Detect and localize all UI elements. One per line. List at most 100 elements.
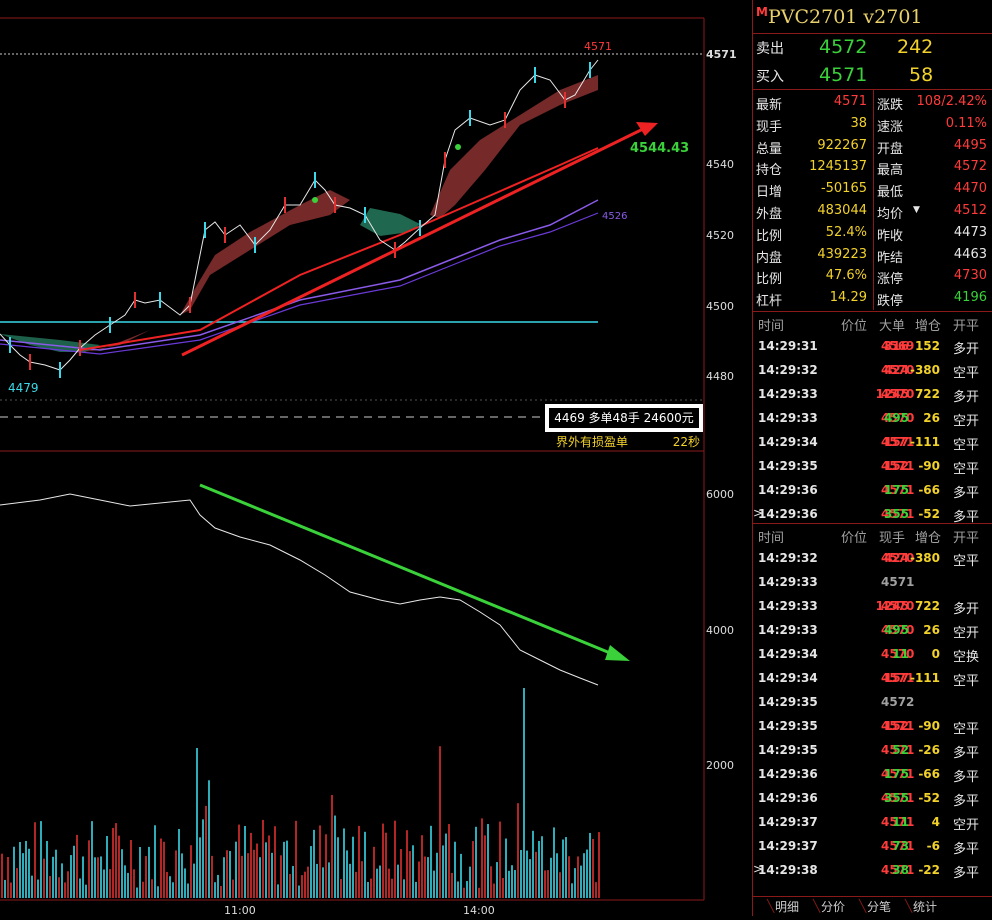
trade-time: 14:29:33 [758, 575, 818, 589]
trade-row[interactable]: 14:29:33 4570 495 26 空开 [753, 620, 991, 643]
trade-qty: 152 [883, 459, 909, 473]
trade-qty: 11 [892, 647, 909, 661]
trade-type: 多平 [953, 486, 980, 501]
intraday-chart[interactable]: 4571 4540 4520 4500 4480 6000 4000 2000 11:00 14:… [0, 0, 752, 917]
stat-row: 内盘 439223 昨结 4463 [753, 245, 991, 268]
caret-down-icon[interactable]: ▼ [913, 205, 920, 215]
trade-row[interactable]: 14:29:37 4571 73 -6 多平 [753, 836, 991, 859]
stat-row: 现手 38 速涨 0.11% [753, 114, 991, 137]
trade-row[interactable]: 14:29:31 4569 316 152 多开 [753, 336, 991, 359]
time-tick-label: 11:00 [224, 904, 256, 916]
chart-canvas: 4571 4540 4520 4500 4480 6000 4000 2000 11:00 14:… [0, 17, 737, 917]
stat-value: 0.11% [945, 115, 987, 131]
stat-value: 483044 [817, 203, 867, 218]
trade-qty: 52 [892, 743, 909, 757]
trade-row[interactable]: >14:29:38 4571 38 -22 多平 [753, 860, 991, 883]
tab-1[interactable]: 分价 [821, 898, 845, 915]
tab-3[interactable]: 统计 [913, 898, 937, 915]
trade-type: 空换 [953, 650, 980, 665]
stat-value: 4512 [953, 203, 987, 218]
trade-qty: 424 [883, 551, 909, 565]
trade-time: 14:29:33 [758, 599, 818, 613]
stat-row: 外盘 483044 均价 4512 ▼ [753, 201, 991, 224]
stat-value: 4571 [833, 94, 867, 109]
trade-type: 多平 [953, 746, 980, 761]
arrow-head-red [636, 122, 658, 136]
trade-row[interactable]: 14:29:35 4571 152 -90 空平 [753, 716, 991, 739]
ask-price[interactable]: 4572 [819, 36, 867, 58]
trade-row[interactable]: 14:29:33 4570 1245 722 多开 [753, 384, 991, 407]
trade-oi: -90 [918, 719, 940, 733]
trade-time: 14:29:33 [758, 623, 818, 637]
trade-oi: -380 [909, 363, 940, 377]
trade-oi: -380 [909, 551, 940, 565]
stat-value: -50165 [820, 181, 867, 197]
stat-label: 涨跌 [877, 98, 904, 113]
trade-type: 空平 [953, 722, 980, 737]
trade-row[interactable]: 14:29:33 4571 [753, 572, 991, 595]
trade-row[interactable]: 14:29:36 4571 355 -52 多平 [753, 788, 991, 811]
trade-row[interactable]: 14:29:34 4571 157 -111 空平 [753, 432, 991, 455]
trade-price: 4572 [881, 695, 915, 709]
trade-row[interactable]: 14:29:33 4570 1245 722 多开 [753, 596, 991, 619]
price-tick-label: 4520 [706, 229, 734, 242]
trade-row[interactable]: 14:29:36 4571 175 -66 多平 [753, 764, 991, 787]
trade-oi: -26 [918, 743, 940, 757]
stat-label: 涨停 [877, 272, 904, 288]
trade-row[interactable]: 14:29:34 4571 157 -111 空平 [753, 668, 991, 691]
trade-time: 14:29:33 [758, 411, 818, 425]
trade-oi: -52 [918, 507, 940, 521]
stat-row: 日增 -50165 最低 4470 [753, 179, 991, 202]
table-header: 时间 价位 大单 增仓 开平 [753, 312, 991, 335]
stat-value: 4572 [953, 159, 987, 175]
trade-row[interactable]: 14:29:35 4571 52 -26 多平 [753, 740, 991, 763]
trade-qty: 424 [883, 363, 909, 377]
trade-time: 14:29:34 [758, 671, 818, 685]
trade-qty: 1245 [875, 599, 909, 613]
trade-row[interactable]: 14:29:35 4571 152 -90 空平 [753, 456, 991, 479]
ma-label: 4526 [602, 211, 627, 222]
stat-value: 108/2.42% [916, 94, 988, 109]
stat-label: 开盘 [877, 141, 904, 157]
trade-time: 14:29:34 [758, 435, 818, 449]
tab-2[interactable]: 分笔 [867, 898, 891, 915]
tab-0[interactable]: 明细 [775, 898, 799, 915]
col-type: 开平 [953, 531, 980, 546]
bid-volume: 58 [909, 64, 934, 86]
trade-type: 多平 [953, 770, 980, 785]
trade-row[interactable]: 14:29:36 4571 175 -66 多平 [753, 480, 991, 503]
trade-qty: 175 [883, 483, 909, 497]
stat-label: 外盘 [756, 207, 783, 222]
trade-type: 多平 [953, 866, 980, 881]
trade-oi: 722 [914, 387, 940, 401]
trade-time: 14:29:37 [758, 815, 818, 829]
trade-time: 14:29:33 [758, 387, 818, 401]
stat-row: 杠杆 14.29 跌停 4196 [753, 288, 991, 311]
trade-row[interactable]: 14:29:32 4570 424 -380 空平 [753, 548, 991, 571]
time-tick-label: 14:00 [463, 904, 495, 916]
tab-divider: ╲ [905, 899, 913, 913]
oi-tick-label: 4000 [706, 624, 734, 637]
stat-value: 14.29 [829, 290, 867, 306]
trade-row[interactable]: 14:29:34 4570 11 0 空换 [753, 644, 991, 667]
stat-label: 总量 [756, 141, 783, 157]
quote-panel: M PVC2701 v2701 卖出 4572 242 买入 4571 58 最… [752, 0, 992, 916]
trade-row[interactable]: 14:29:33 4570 495 26 空开 [753, 408, 991, 431]
trade-type: 空平 [953, 462, 980, 477]
trade-row[interactable]: 14:29:35 4572 [753, 692, 991, 715]
col-qty: 现手 [879, 531, 906, 546]
trade-row[interactable]: 14:29:32 4570 424 -380 空平 [753, 360, 991, 383]
trade-qty: 495 [883, 623, 909, 637]
stat-label: 内盘 [756, 250, 783, 266]
trade-row[interactable]: 14:29:37 4571 11 4 空开 [753, 812, 991, 835]
trade-type: 空平 [953, 554, 980, 569]
trade-time: 14:29:32 [758, 551, 818, 565]
order-label: 4469 多单48手 24600元 [554, 411, 694, 425]
stat-row: 比例 47.6% 涨停 4730 [753, 266, 991, 289]
stat-value: 4730 [953, 268, 987, 284]
col-qty: 大单 [879, 319, 906, 334]
ask-volume: 242 [897, 36, 934, 58]
stat-row: 总量 922267 开盘 4495 [753, 136, 991, 159]
stat-label: 均价 [877, 207, 904, 222]
bid-price[interactable]: 4571 [819, 64, 867, 86]
